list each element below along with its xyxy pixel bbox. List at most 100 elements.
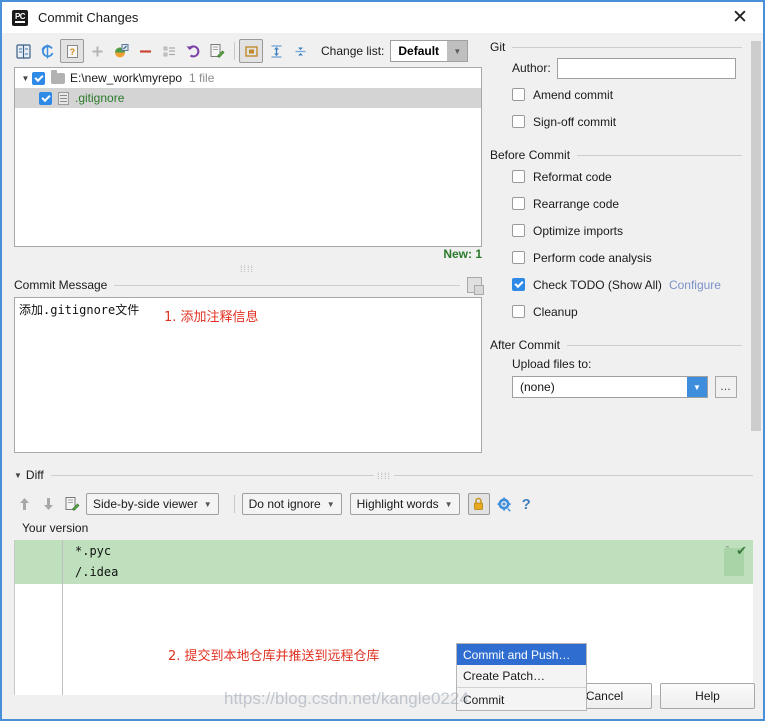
unversioned-files-icon[interactable]: ? — [60, 39, 84, 63]
configure-link[interactable]: Configure — [669, 278, 721, 292]
commit-message-label-text: Commit Message — [14, 278, 108, 292]
lock-icon[interactable] — [467, 493, 490, 515]
question-mark-icon[interactable]: ? — [522, 496, 531, 513]
after-commit-title: After Commit — [490, 338, 561, 352]
tree-row-file[interactable]: .gitignore — [15, 88, 481, 108]
sign-off-commit-label: Sign-off commit — [533, 114, 617, 129]
check-todo-checkbox[interactable] — [512, 278, 525, 291]
chevron-down-icon: ▼ — [203, 499, 212, 509]
file-count: 1 file — [189, 71, 215, 85]
reformat-code-row[interactable]: Reformat code — [490, 163, 748, 190]
chevron-down-icon[interactable]: ▼ — [19, 74, 32, 83]
ignore-mode-dropdown[interactable]: Do not ignore ▼ — [241, 493, 342, 515]
file-name: .gitignore — [75, 91, 125, 105]
chevron-down-icon[interactable]: ▼ — [14, 471, 22, 480]
scrollbar-thumb[interactable] — [751, 41, 761, 431]
annotation-1: 1. 添加注释信息 — [164, 310, 259, 325]
chevron-down-icon: ▼ — [444, 499, 453, 509]
file-icon — [58, 91, 69, 105]
expand-all-icon[interactable] — [265, 40, 287, 62]
diff-splitter-handle[interactable]: ⁞⁞⁞⁞ — [374, 471, 395, 481]
before-commit-title: Before Commit — [490, 148, 571, 162]
amend-commit-row[interactable]: Amend commit — [490, 81, 748, 108]
collapse-all-icon[interactable] — [289, 40, 311, 62]
before-commit-header: Before Commit — [490, 147, 748, 163]
options-panel-scrollbar[interactable] — [751, 41, 761, 445]
git-group: Git Author: Amend commit Sign-off commit — [490, 39, 748, 135]
move-to-changelist-icon[interactable] — [110, 40, 132, 62]
group-divider — [512, 46, 742, 48]
check-todo-label: Check TODO (Show All) — [533, 277, 662, 292]
change-list-dropdown[interactable]: Default ▼ — [390, 40, 469, 62]
viewer-mode-value: Side-by-side viewer — [93, 497, 198, 511]
diff-gutter — [15, 540, 63, 695]
optimize-imports-checkbox[interactable] — [512, 224, 525, 237]
your-version-label: Your version — [22, 521, 89, 535]
diff-line-text: *.pyc — [75, 544, 112, 558]
perform-code-analysis-checkbox[interactable] — [512, 251, 525, 264]
toolbar-separator — [234, 42, 235, 60]
cleanup-row[interactable]: Cleanup — [490, 298, 748, 325]
revert-icon[interactable] — [182, 40, 204, 62]
header-divider — [114, 284, 460, 286]
menu-commit-and-push[interactable]: Commit and Push… — [457, 644, 586, 665]
amend-commit-checkbox[interactable] — [512, 88, 525, 101]
repo-path: E:\new_work\myrepo — [70, 71, 183, 85]
diff-added-block — [15, 540, 753, 584]
highlight-mode-dropdown[interactable]: Highlight words ▼ — [349, 493, 460, 515]
previous-difference-icon[interactable] — [14, 494, 34, 514]
root-checkbox[interactable] — [32, 71, 45, 85]
change-list-label-text: Change list: — [321, 44, 385, 58]
cleanup-label: Cleanup — [533, 304, 578, 319]
perform-code-analysis-label: Perform code analysis — [533, 250, 652, 265]
git-group-title: Git — [490, 40, 506, 54]
changes-toolbar: ? Change list: Default ▼ — [12, 37, 492, 65]
edit-source-icon[interactable] — [206, 40, 228, 62]
commit-split-menu[interactable]: Commit and Push… Create Patch… Commit — [456, 643, 587, 711]
next-difference-icon[interactable] — [38, 494, 58, 514]
group-by-icon[interactable] — [158, 40, 180, 62]
perform-code-analysis-row[interactable]: Perform code analysis — [490, 244, 748, 271]
diff-section-label: Diff — [25, 468, 44, 482]
refresh-icon[interactable] — [36, 40, 58, 62]
menu-create-patch[interactable]: Create Patch… — [457, 665, 586, 686]
show-diff-icon[interactable] — [12, 40, 34, 62]
viewer-mode-dropdown[interactable]: Side-by-side viewer ▼ — [86, 493, 219, 515]
before-commit-group: Before Commit Reformat code Rearrange co… — [490, 147, 748, 325]
delete-icon[interactable] — [134, 40, 156, 62]
edit-source-icon[interactable] — [62, 494, 82, 514]
cancel-button-label: Cancel — [585, 689, 624, 703]
cleanup-checkbox[interactable] — [512, 305, 525, 318]
menu-separator — [457, 687, 586, 688]
gear-icon[interactable] — [497, 497, 512, 512]
author-field[interactable] — [556, 57, 736, 79]
help-button-label: Help — [695, 689, 720, 703]
close-icon[interactable]: ✕ — [723, 4, 757, 31]
rearrange-code-checkbox[interactable] — [512, 197, 525, 210]
svg-text:?: ? — [69, 47, 75, 57]
rearrange-code-row[interactable]: Rearrange code — [490, 190, 748, 217]
menu-commit[interactable]: Commit — [457, 689, 586, 710]
help-button[interactable]: Help — [660, 683, 755, 709]
new-files-count: New: 1 — [443, 247, 482, 261]
commit-message-history-icon[interactable] — [467, 277, 484, 295]
horizontal-splitter-handle[interactable]: ⁞⁞⁞⁞ — [240, 264, 254, 274]
diff-viewer[interactable]: 1 2 *.pyc /.idea ✔ — [14, 540, 753, 695]
file-checkbox[interactable] — [39, 91, 52, 105]
tree-row-root[interactable]: ▼ E:\new_work\myrepo 1 file — [15, 68, 481, 88]
diff-toolbar: Side-by-side viewer ▼ Do not ignore ▼ Hi… — [14, 491, 753, 517]
upload-target-dropdown[interactable]: (none) ▼ — [512, 376, 708, 398]
sign-off-commit-row[interactable]: Sign-off commit — [490, 108, 748, 135]
commit-options-panel: Git Author: Amend commit Sign-off commit — [490, 37, 748, 433]
collapse-selection-icon[interactable] — [239, 39, 263, 63]
add-icon[interactable] — [86, 40, 108, 62]
chevron-down-icon: ▼ — [687, 377, 707, 397]
check-todo-row[interactable]: Check TODO (Show All) Configure — [490, 271, 748, 298]
optimize-imports-row[interactable]: Optimize imports — [490, 217, 748, 244]
chevron-down-icon: ▼ — [447, 41, 468, 61]
upload-target-value: (none) — [520, 380, 555, 394]
browse-button[interactable]: … — [715, 376, 737, 398]
reformat-code-checkbox[interactable] — [512, 170, 525, 183]
sign-off-commit-checkbox[interactable] — [512, 115, 525, 128]
changed-files-tree[interactable]: ▼ E:\new_work\myrepo 1 file .gitignore — [14, 67, 482, 247]
